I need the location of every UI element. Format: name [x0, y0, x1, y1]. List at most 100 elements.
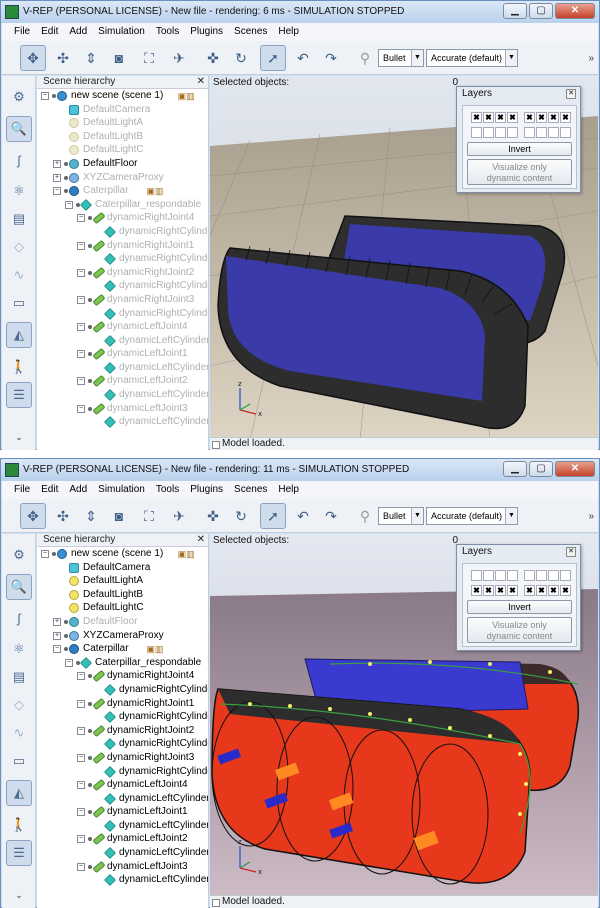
collections-icon[interactable]: ▤ — [6, 206, 32, 232]
menu-file[interactable]: File — [14, 481, 37, 499]
layer-checkbox[interactable] — [548, 127, 559, 138]
tree-item[interactable]: dynamicRightCylinder4 — [37, 683, 208, 697]
tree-item[interactable]: − dynamicLeftJoint3 — [37, 402, 208, 416]
object-rotate-icon[interactable]: ↻ — [228, 45, 254, 71]
click-selection-icon[interactable]: ➚ — [260, 503, 286, 529]
tree-item[interactable]: dynamicRightCylinder2 — [37, 279, 208, 293]
expand-toggle-icon[interactable]: − — [77, 781, 85, 790]
tree-item[interactable]: dynamicLeftCylinder2 — [37, 846, 208, 860]
layer-checkbox[interactable]: ✖ — [548, 112, 559, 123]
script-icon[interactable]: ʃ — [6, 606, 32, 632]
layer-checkbox[interactable] — [560, 127, 571, 138]
menu-scenes[interactable]: Scenes — [234, 23, 274, 41]
tree-item[interactable]: − dynamicRightJoint1 — [37, 697, 208, 711]
layers-icon[interactable]: ◭ — [6, 322, 32, 348]
layer-checkbox[interactable]: ✖ — [548, 585, 559, 596]
expand-toggle-icon[interactable]: − — [53, 645, 61, 654]
layer-checkbox[interactable]: ✖ — [495, 112, 506, 123]
calculation-modules-icon[interactable]: ⚛ — [6, 178, 32, 204]
tree-item[interactable]: dynamicRightCylinder2 — [37, 737, 208, 751]
visualize-dynamic-button[interactable]: Visualize only dynamic content — [467, 617, 572, 643]
menu-simulation[interactable]: Simulation — [98, 23, 152, 41]
layer-checkbox[interactable] — [471, 127, 482, 138]
undo-icon[interactable]: ↶ — [290, 503, 316, 529]
menu-tools[interactable]: Tools — [156, 23, 186, 41]
camera-rotate-icon[interactable]: ✣ — [50, 503, 76, 529]
layer-checkbox[interactable]: ✖ — [495, 585, 506, 596]
tree-item[interactable]: DefaultLightC — [37, 601, 208, 615]
tree-item[interactable]: − dynamicLeftJoint1 — [37, 805, 208, 819]
title-bar[interactable]: V-REP (PERSONAL LICENSE) - New file - re… — [1, 1, 599, 23]
tree-item[interactable]: − dynamicLeftJoint4 — [37, 778, 208, 792]
maximize-button[interactable]: ▢ — [529, 461, 553, 477]
close-button[interactable]: ✕ — [555, 461, 595, 477]
close-icon[interactable]: ✕ — [197, 76, 205, 88]
redo-icon[interactable]: ↷ — [318, 503, 344, 529]
accuracy-select[interactable]: Accurate (default) ▼ — [426, 507, 518, 525]
camera-angle-icon[interactable]: ◙ — [106, 45, 132, 71]
expand-toggle-icon[interactable]: − — [77, 323, 85, 332]
tree-item[interactable]: − dynamicRightJoint3 — [37, 751, 208, 765]
layer-checkbox[interactable]: ✖ — [524, 585, 535, 596]
expand-toggle-icon[interactable]: + — [53, 159, 61, 168]
tree-item[interactable]: dynamicLeftCylinder3 — [37, 873, 208, 887]
layer-checkbox[interactable] — [536, 127, 547, 138]
tree-item[interactable]: DefaultCamera — [37, 561, 208, 575]
dynamics-toggle-icon[interactable]: ⚲ — [352, 503, 378, 529]
minimize-button[interactable]: ▁ — [503, 461, 527, 477]
selection-dialog-icon[interactable]: ▭ — [6, 290, 32, 316]
menu-tools[interactable]: Tools — [156, 481, 186, 499]
shape-edit-icon[interactable]: ◇ — [6, 234, 32, 260]
scene-hierarchy-toggle-icon[interactable]: 🔍 — [6, 116, 32, 142]
menu-plugins[interactable]: Plugins — [190, 481, 230, 499]
layer-checkbox[interactable]: ✖ — [507, 112, 518, 123]
tree-item[interactable]: + XYZCameraProxy — [37, 171, 208, 185]
expand-toggle-icon[interactable]: − — [77, 835, 85, 844]
tree-item[interactable]: + DefaultFloor — [37, 157, 208, 171]
expand-toggle-icon[interactable]: − — [77, 214, 85, 223]
layer-checkbox[interactable]: ✖ — [536, 112, 547, 123]
script-icon[interactable]: ʃ — [6, 148, 32, 174]
layer-checkbox[interactable] — [524, 127, 535, 138]
expand-toggle-icon[interactable]: − — [77, 808, 85, 817]
layer-checkbox[interactable]: ✖ — [536, 585, 547, 596]
camera-rotate-icon[interactable]: ✣ — [50, 45, 76, 71]
tree-item[interactable]: − dynamicRightJoint2 — [37, 266, 208, 280]
tree-item[interactable]: DefaultLightB — [37, 130, 208, 144]
expand-toggle-icon[interactable]: − — [77, 753, 85, 762]
tree-item[interactable]: − new scene (scene 1) ▣▥ — [37, 89, 208, 103]
expand-toggle-icon[interactable]: − — [77, 241, 85, 250]
layer-checkbox[interactable] — [483, 570, 494, 581]
tree-item[interactable]: dynamicLeftCylinder4 — [37, 792, 208, 806]
layer-checkbox[interactable] — [507, 570, 518, 581]
assemble-icon[interactable]: ✈ — [166, 45, 192, 71]
tree-item[interactable]: − Caterpillar_respondable — [37, 198, 208, 212]
tree-item[interactable]: dynamicRightCylinder4 — [37, 225, 208, 239]
accuracy-select[interactable]: Accurate (default) ▼ — [426, 49, 518, 67]
simulation-settings-icon[interactable]: ⚙ — [6, 542, 32, 568]
layer-checkbox[interactable]: ✖ — [471, 585, 482, 596]
tree-item[interactable]: dynamicRightCylinder1 — [37, 252, 208, 266]
tree-item[interactable]: − dynamicLeftJoint2 — [37, 374, 208, 388]
tree-item[interactable]: DefaultCamera — [37, 103, 208, 117]
menu-add[interactable]: Add — [69, 23, 94, 41]
expand-toggle-icon[interactable]: − — [41, 550, 49, 558]
path-edit-icon[interactable]: ∿ — [6, 720, 32, 746]
layer-checkbox[interactable] — [495, 127, 506, 138]
tree-item[interactable]: − dynamicRightJoint2 — [37, 724, 208, 738]
selection-dialog-icon[interactable]: ▭ — [6, 748, 32, 774]
menu-simulation[interactable]: Simulation — [98, 481, 152, 499]
layer-checkbox[interactable] — [483, 127, 494, 138]
layer-checkbox[interactable]: ✖ — [483, 112, 494, 123]
tree-item[interactable]: − dynamicLeftJoint1 — [37, 347, 208, 361]
minimize-button[interactable]: ▁ — [503, 3, 527, 19]
physics-engine-select[interactable]: Bullet ▼ — [378, 507, 424, 525]
menu-file[interactable]: File — [14, 23, 37, 41]
expand-toggle-icon[interactable]: − — [77, 862, 85, 871]
fit-to-view-icon[interactable]: ⛶ — [136, 45, 162, 71]
tree-item[interactable]: − Caterpillar ▣▥ — [37, 184, 208, 198]
tree-item[interactable]: − dynamicLeftJoint2 — [37, 832, 208, 846]
dynamics-toggle-icon[interactable]: ⚲ — [352, 45, 378, 71]
tree-item[interactable]: dynamicLeftCylinder2 — [37, 388, 208, 402]
invert-button[interactable]: Invert — [467, 142, 572, 156]
